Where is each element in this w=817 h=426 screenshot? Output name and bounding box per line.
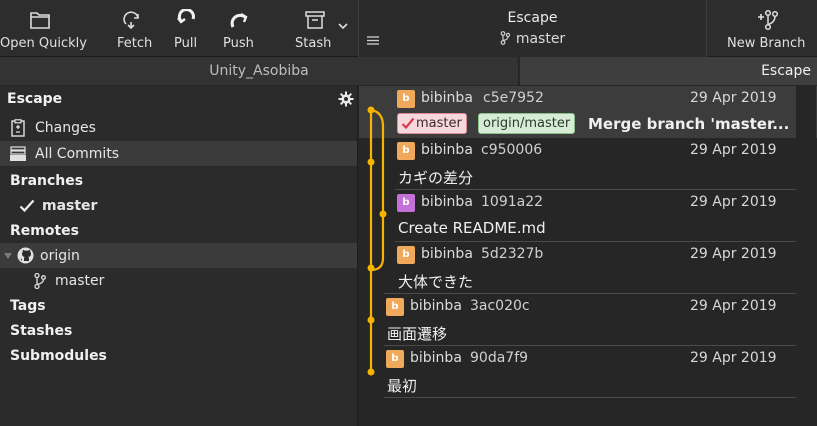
graph-node: [367, 158, 375, 166]
avatar: b: [397, 142, 415, 160]
sidebar-section-submodules[interactable]: Submodules: [0, 343, 357, 368]
open-quickly-button[interactable]: Open Quickly: [0, 0, 87, 57]
stash-label: Stash: [295, 36, 332, 51]
scrollbar[interactable]: [796, 86, 816, 426]
sidebar-item-label: origin: [40, 247, 80, 264]
checkmark-icon: [19, 199, 35, 212]
commit-hash: c5e7952: [483, 90, 544, 106]
row-divider: [384, 397, 797, 398]
commit-row[interactable]: b bibinba 90da7f9 29 Apr 2019 最初: [359, 346, 817, 398]
pull-button[interactable]: Pull: [169, 0, 205, 57]
commit-author: bibinba: [421, 142, 473, 158]
triangle-down-icon[interactable]: [3, 252, 13, 260]
commit-author: bibinba: [421, 194, 473, 210]
commit-date: 29 Apr 2019: [690, 246, 777, 262]
open-quickly-label: Open Quickly: [0, 36, 87, 51]
commit-message: 大体できた: [398, 273, 474, 291]
stash-button[interactable]: Stash: [293, 0, 353, 57]
fetch-button[interactable]: Fetch: [113, 0, 153, 57]
commit-hash: 3ac020c: [470, 298, 530, 314]
sidebar-item-label: master: [55, 272, 105, 289]
sidebar-section-stashes[interactable]: Stashes: [0, 318, 357, 343]
sidebar-item-origin[interactable]: origin: [0, 243, 357, 268]
graph-node: [367, 316, 375, 324]
repo-title: Escape: [507, 10, 558, 26]
commit-date: 29 Apr 2019: [690, 90, 777, 106]
pull-icon: [177, 9, 195, 24]
commit-author: bibinba: [410, 350, 462, 366]
commit-message: カギの差分: [398, 169, 474, 187]
sidebar-section-branches[interactable]: Branches: [0, 168, 357, 193]
branch-icon: [34, 272, 46, 289]
commit-hash: 5d2327b: [481, 246, 544, 262]
branch-icon: [500, 31, 511, 45]
new-branch-label: New Branch: [727, 36, 806, 51]
avatar: b: [397, 90, 415, 108]
graph-node: [367, 368, 375, 376]
new-branch-icon: [758, 9, 779, 31]
commit-author: bibinba: [421, 90, 473, 106]
gear-icon[interactable]: [338, 91, 354, 107]
commit-list: b bibinba c5e7952 29 Apr 2019 master ori…: [359, 86, 817, 426]
graph-node: [367, 106, 375, 114]
current-branch-label: master: [515, 31, 566, 47]
commit-graph: [367, 106, 387, 376]
new-branch-button[interactable]: New Branch: [720, 0, 810, 57]
graph-node: [379, 210, 387, 218]
sidebar-item-remote-master[interactable]: master: [0, 268, 357, 293]
sidebar: Escape Changes All Commits Branches mast…: [0, 86, 358, 426]
commit-row[interactable]: b bibinba c950006 29 Apr 2019 カギの差分: [359, 138, 817, 190]
push-label: Push: [223, 36, 254, 51]
sidebar-item-branch-master[interactable]: master: [0, 193, 357, 218]
chevron-down-icon[interactable]: [338, 22, 348, 30]
commit-hash: 1091a22: [481, 194, 544, 210]
commit-date: 29 Apr 2019: [690, 350, 777, 366]
tab-escape[interactable]: Escape: [520, 57, 817, 85]
pull-label: Pull: [174, 36, 198, 51]
sidebar-section-remotes[interactable]: Remotes: [0, 218, 357, 243]
push-icon: [230, 12, 248, 28]
commit-row[interactable]: b bibinba 5d2327b 29 Apr 2019 大体できた: [359, 242, 817, 294]
branch-tag-label: master: [416, 116, 462, 131]
sidebar-item-label: master: [42, 197, 98, 214]
commit-hash: c950006: [481, 142, 543, 158]
repo-tab-bar: Unity_Asobiba Escape: [0, 57, 817, 85]
commit-date: 29 Apr 2019: [690, 142, 777, 158]
commit-message: Create README.md: [398, 219, 546, 237]
sidebar-section-tags[interactable]: Tags: [0, 293, 357, 318]
commit-author: bibinba: [410, 298, 462, 314]
tab-unity-asobiba[interactable]: Unity_Asobiba: [0, 57, 519, 85]
sidebar-item-changes[interactable]: Changes: [0, 115, 357, 140]
sidebar-title: Escape: [7, 91, 63, 107]
commit-date: 29 Apr 2019: [690, 298, 777, 314]
folder-icon: [30, 12, 50, 29]
stash-icon: [305, 11, 325, 29]
github-icon: [17, 247, 34, 264]
commit-hash: 90da7f9: [470, 350, 529, 366]
sidebar-item-label: All Commits: [35, 145, 120, 162]
repo-branch-indicator[interactable]: Escape master: [358, 0, 707, 57]
avatar: b: [397, 246, 415, 264]
changes-icon: [11, 118, 25, 137]
commit-date: 29 Apr 2019: [690, 194, 777, 210]
toolbar: Open Quickly Fetch Pull Push Stash Escap…: [0, 0, 817, 57]
checkmark-icon: [401, 117, 415, 130]
all-commits-icon: [10, 145, 26, 161]
commit-author: bibinba: [421, 246, 473, 262]
branch-tag-remote[interactable]: origin/master: [478, 113, 576, 134]
commit-row[interactable]: b bibinba c5e7952 29 Apr 2019 master ori…: [359, 86, 817, 138]
commit-message: Merge branch 'master...: [588, 115, 790, 133]
commit-row[interactable]: b bibinba 3ac020c 29 Apr 2019 画面遷移: [359, 294, 817, 346]
push-button[interactable]: Push: [220, 0, 260, 57]
fetch-label: Fetch: [117, 36, 153, 51]
commit-row[interactable]: b bibinba 1091a22 29 Apr 2019 Create REA…: [359, 190, 817, 242]
sidebar-item-all-commits[interactable]: All Commits: [0, 141, 357, 166]
sidebar-item-label: Changes: [35, 119, 96, 136]
graph-line-branch: [370, 108, 385, 272]
branch-tag-local[interactable]: master: [397, 113, 467, 134]
avatar: b: [397, 194, 415, 212]
graph-node: [367, 264, 375, 272]
current-branch: master: [359, 31, 706, 47]
fetch-icon: [123, 11, 139, 30]
